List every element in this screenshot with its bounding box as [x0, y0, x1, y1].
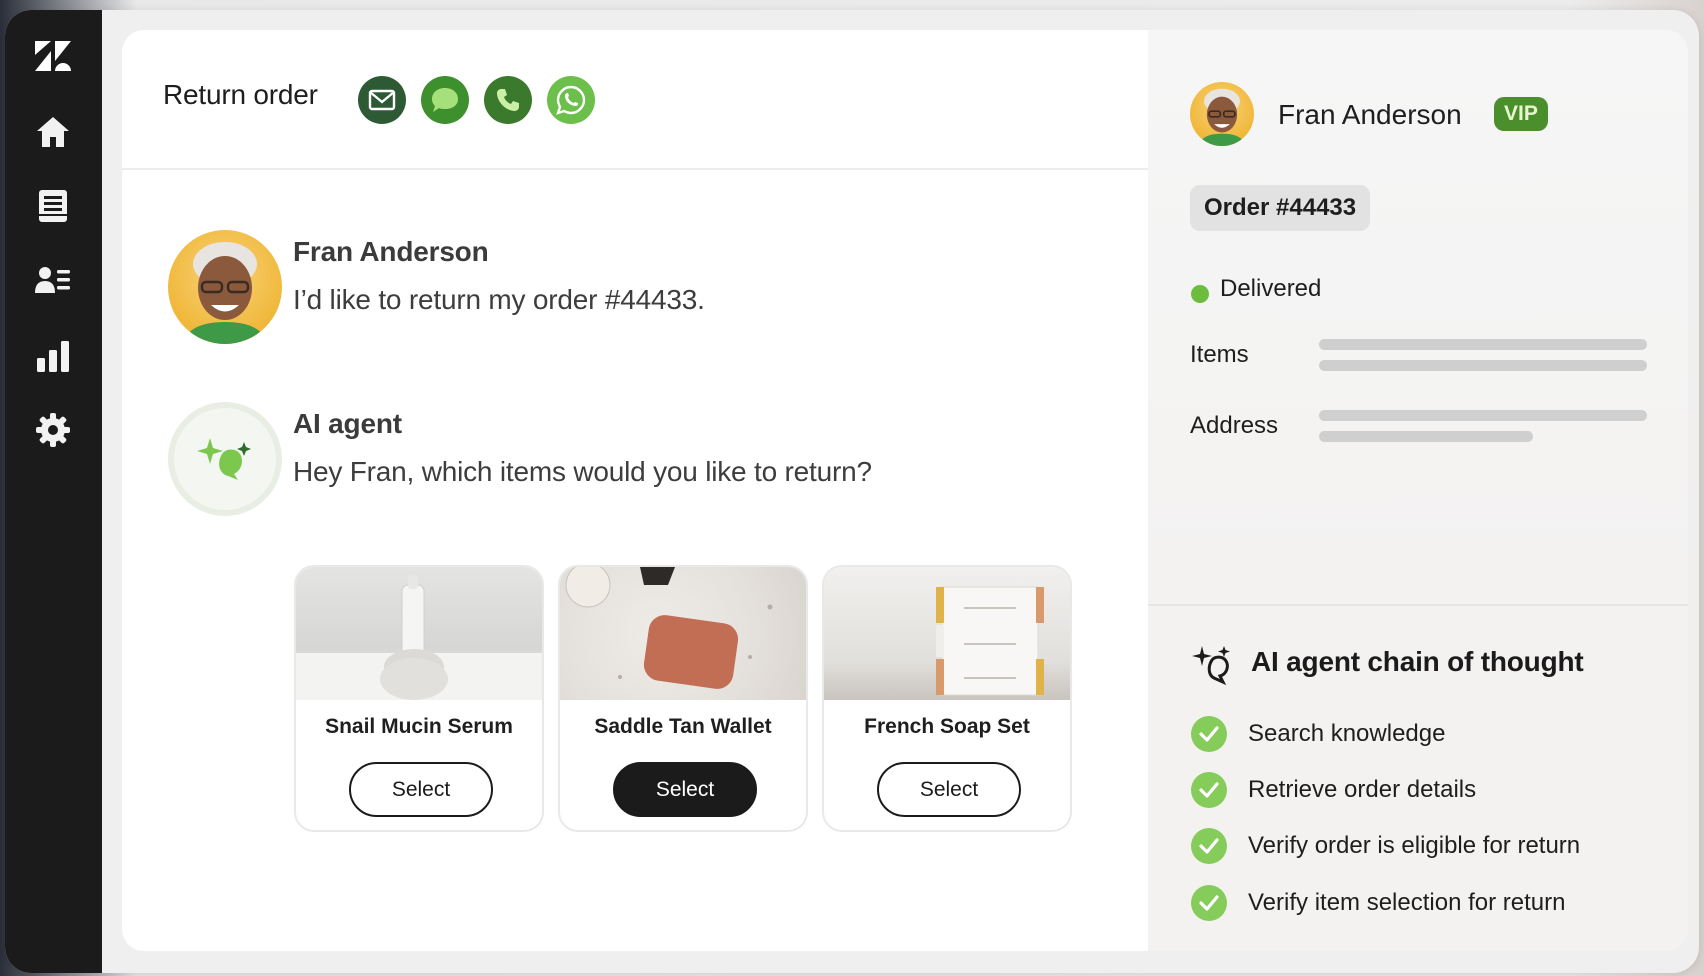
ai-sparkle-icon	[1190, 642, 1234, 691]
reports-icon[interactable]	[29, 332, 77, 380]
ai-agent-message: Hey Fran, which items would you like to …	[293, 456, 872, 487]
app-window: Return order Fran Anderson I’d like to r…	[5, 10, 1699, 973]
customer-message: I’d like to return my order #44433.	[293, 284, 705, 315]
check-icon	[1191, 716, 1227, 752]
address-label: Address	[1190, 412, 1279, 439]
items-placeholder-line	[1319, 339, 1647, 350]
ai-agent-name: AI agent	[293, 408, 402, 439]
step-search-knowledge: Search knowledge	[1248, 720, 1446, 747]
zendesk-logo-icon[interactable]	[29, 32, 77, 80]
address-placeholder-line	[1319, 431, 1533, 442]
check-icon	[1191, 772, 1227, 808]
product-name: French Soap Set	[864, 715, 1030, 738]
whatsapp-icon[interactable]	[547, 76, 595, 124]
items-label: Items	[1190, 341, 1249, 368]
conversation-header: Return order	[122, 30, 1148, 170]
product-image	[824, 567, 1070, 700]
vip-badge: VIP	[1494, 97, 1548, 131]
select-button[interactable]: Select	[349, 762, 493, 817]
order-chip[interactable]: Order #44433	[1190, 185, 1371, 231]
select-button[interactable]: Select	[613, 762, 757, 817]
product-image	[296, 567, 542, 700]
conversation-panel: Return order Fran Anderson I’d like to r…	[122, 30, 1148, 951]
page-title: Return order	[163, 79, 318, 110]
sidebar	[5, 10, 102, 973]
customer-details-panel: Fran Anderson VIP Order #44433 Delivered…	[1148, 30, 1688, 951]
check-icon	[1191, 885, 1227, 921]
step-retrieve-order: Retrieve order details	[1248, 776, 1477, 803]
customer-name: Fran Anderson	[1278, 99, 1462, 130]
product-name: Snail Mucin Serum	[325, 715, 513, 738]
product-card: French Soap Set Select	[822, 565, 1072, 832]
settings-icon[interactable]	[29, 406, 77, 454]
select-button[interactable]: Select	[877, 762, 1021, 817]
chain-of-thought-title: AI agent chain of thought	[1251, 646, 1584, 677]
chat-icon[interactable]	[421, 76, 469, 124]
contacts-icon[interactable]	[29, 256, 77, 304]
email-icon[interactable]	[358, 76, 406, 124]
product-card: Saddle Tan Wallet Select	[558, 565, 808, 832]
divider	[1148, 604, 1688, 606]
product-card: Snail Mucin Serum Select	[294, 565, 544, 832]
items-placeholder-line	[1319, 360, 1647, 371]
order-status: Delivered	[1220, 275, 1322, 302]
product-name: Saddle Tan Wallet	[594, 715, 772, 738]
product-image	[560, 567, 806, 700]
status-dot-icon	[1191, 285, 1209, 303]
step-verify-selection: Verify item selection for return	[1248, 889, 1566, 916]
step-verify-eligible: Verify order is eligible for return	[1248, 832, 1581, 859]
phone-icon[interactable]	[484, 76, 532, 124]
customer-avatar	[168, 230, 282, 344]
address-placeholder-line	[1319, 410, 1647, 421]
customer-name: Fran Anderson	[293, 236, 489, 267]
home-icon[interactable]	[29, 108, 77, 156]
ai-agent-avatar	[168, 402, 282, 516]
customer-avatar	[1190, 82, 1254, 146]
check-icon	[1191, 828, 1227, 864]
tickets-icon[interactable]	[29, 182, 77, 230]
